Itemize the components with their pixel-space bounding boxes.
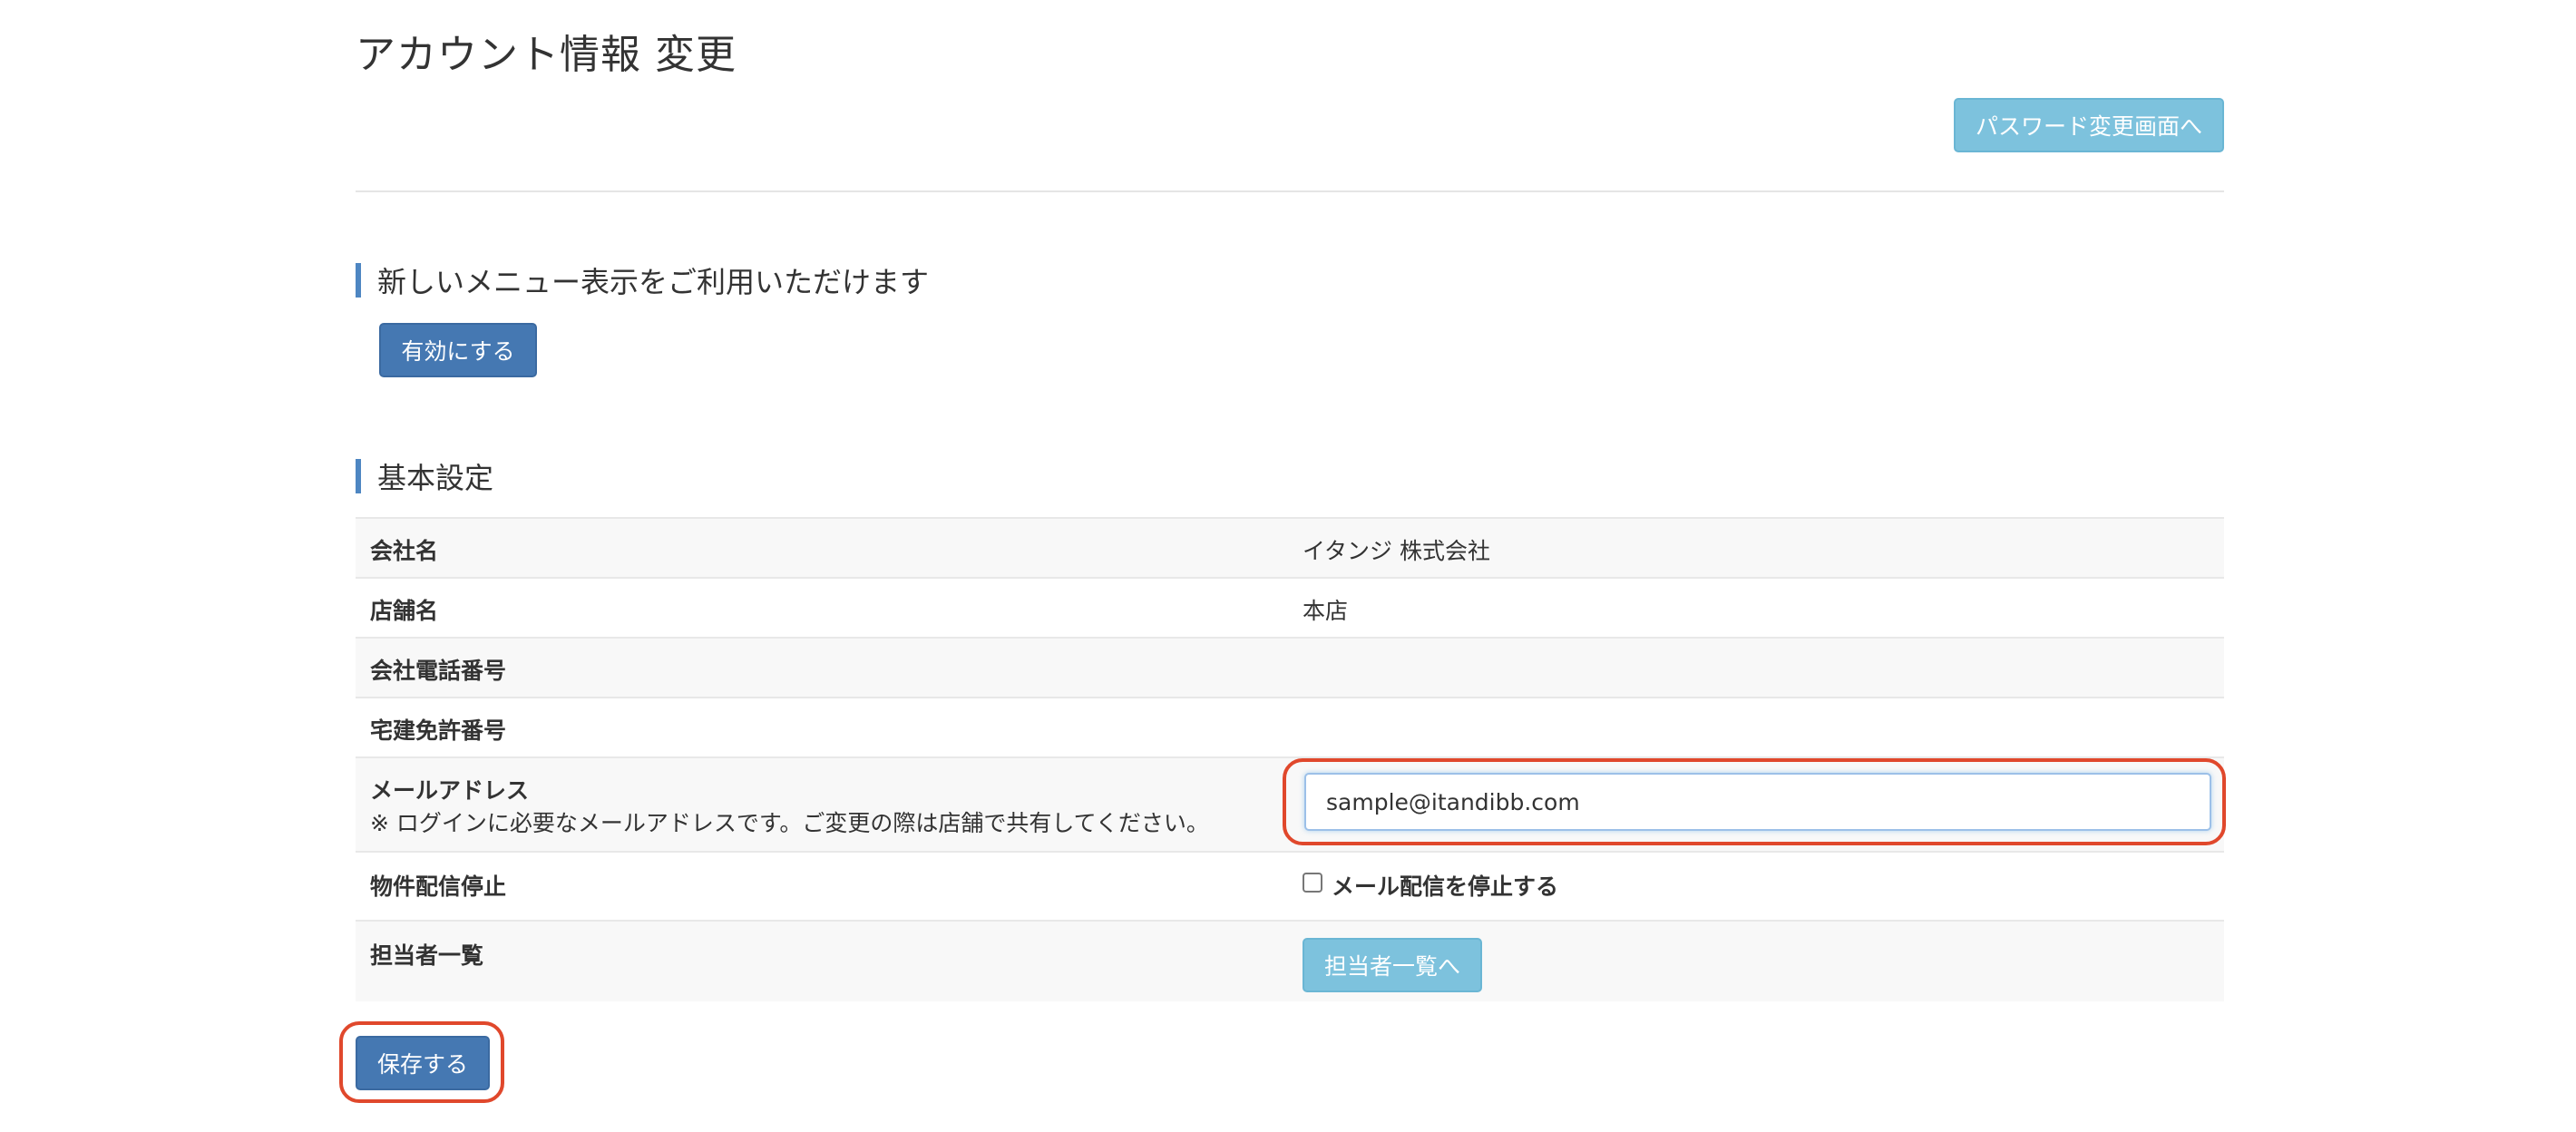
row-company-phone: 会社電話番号 bbox=[356, 637, 2224, 697]
row-company-name: 会社名 イタンジ 株式会社 bbox=[356, 517, 2224, 577]
email-highlight-ring bbox=[1283, 758, 2226, 845]
email-field[interactable] bbox=[1304, 773, 2211, 831]
company-name-label: 会社名 bbox=[370, 538, 439, 564]
divider bbox=[356, 190, 2224, 192]
email-note: ※ ログインに必要なメールアドレスです。ご変更の際は店舗で共有してください。 bbox=[370, 810, 1209, 836]
password-change-button[interactable]: パスワード変更画面へ bbox=[1954, 98, 2224, 152]
delivery-stop-label: 物件配信停止 bbox=[370, 873, 507, 900]
row-email: メールアドレス ※ ログインに必要なメールアドレスです。ご変更の際は店舗で共有し… bbox=[356, 756, 2226, 851]
license-number-label: 宅建免許番号 bbox=[370, 717, 507, 744]
store-name-value: 本店 bbox=[1303, 598, 1349, 624]
staff-list-button[interactable]: 担当者一覧へ bbox=[1303, 938, 1482, 992]
stop-email-delivery-checkbox[interactable] bbox=[1303, 873, 1322, 893]
row-delivery-stop: 物件配信停止 メール配信を停止する bbox=[356, 851, 2224, 920]
basic-settings-heading: 基本設定 bbox=[356, 459, 493, 495]
company-phone-label: 会社電話番号 bbox=[370, 658, 507, 684]
company-name-value: イタンジ 株式会社 bbox=[1303, 538, 1490, 564]
stop-email-delivery-label[interactable]: メール配信を停止する bbox=[1332, 869, 1558, 902]
basic-settings-table: 会社名 イタンジ 株式会社 店舗名 本店 会社電話番号 宅建免許番号 メールアド… bbox=[356, 517, 2226, 1001]
email-label: メールアドレス bbox=[370, 777, 530, 804]
page-title: アカウント情報 変更 bbox=[356, 32, 737, 78]
enable-new-menu-button[interactable]: 有効にする bbox=[379, 323, 537, 377]
save-button[interactable]: 保存する bbox=[356, 1036, 490, 1090]
row-license-number: 宅建免許番号 bbox=[356, 697, 2224, 756]
row-store-name: 店舗名 本店 bbox=[356, 577, 2224, 637]
save-highlight-ring: 保存する bbox=[339, 1021, 504, 1103]
account-settings-page: アカウント情報 変更 パスワード変更画面へ 新しいメニュー表示をご利用いただけま… bbox=[339, 0, 2226, 1132]
store-name-label: 店舗名 bbox=[370, 598, 439, 624]
row-staff-list: 担当者一覧 担当者一覧へ bbox=[356, 920, 2224, 1001]
staff-list-label: 担当者一覧 bbox=[370, 942, 484, 969]
new-menu-section-heading: 新しいメニュー表示をご利用いただけます bbox=[356, 263, 929, 299]
